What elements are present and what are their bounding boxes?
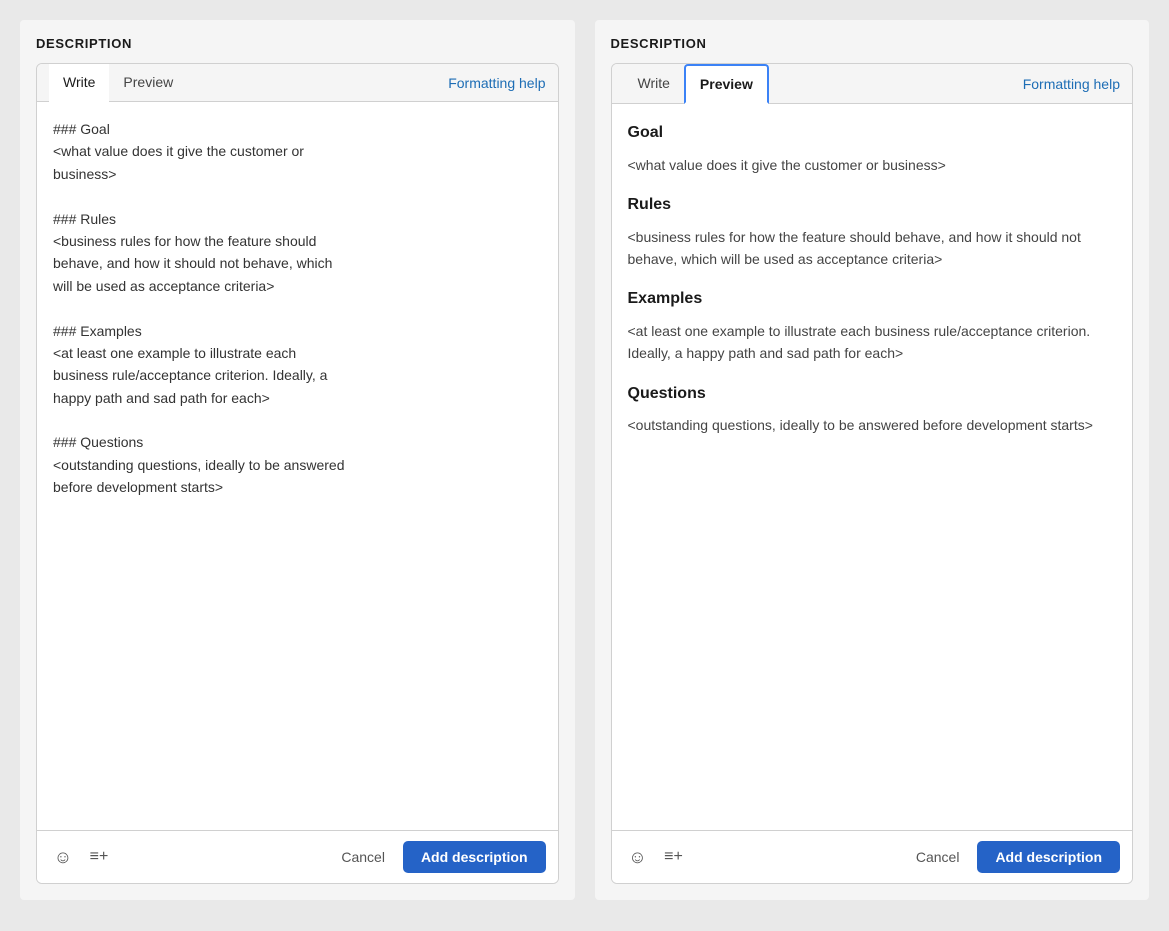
right-panel: DESCRIPTION Write Preview Formatting hel…: [595, 20, 1150, 900]
right-tab-write[interactable]: Write: [624, 65, 684, 103]
left-editor-box: Write Preview Formatting help ### Goal <…: [36, 63, 559, 884]
left-panel: DESCRIPTION Write Preview Formatting hel…: [20, 20, 575, 900]
left-editor-footer: ☺ ≡+ Cancel Add description: [37, 830, 558, 883]
preview-body: <what value does it give the customer or…: [628, 154, 1117, 176]
right-preview-content: Goal <what value does it give the custome…: [612, 104, 1133, 830]
right-add-button[interactable]: Add description: [977, 841, 1120, 873]
preview-heading: Questions: [628, 381, 1117, 407]
left-tab-preview[interactable]: Preview: [109, 64, 187, 102]
right-formatting-help-link[interactable]: Formatting help: [1023, 76, 1120, 92]
preview-body: <outstanding questions, ideally to be an…: [628, 414, 1117, 436]
preview-body: <business rules for how the feature shou…: [628, 226, 1117, 271]
preview-heading: Rules: [628, 192, 1117, 218]
right-section-label: DESCRIPTION: [611, 36, 1134, 51]
left-tabs-bar: Write Preview Formatting help: [37, 64, 558, 102]
preview-body: <at least one example to illustrate each…: [628, 320, 1117, 365]
left-template-icon[interactable]: ≡+: [85, 843, 113, 871]
left-cancel-button[interactable]: Cancel: [331, 843, 395, 871]
left-emoji-icon[interactable]: ☺: [49, 843, 77, 871]
preview-heading: Goal: [628, 120, 1117, 146]
left-formatting-help-link[interactable]: Formatting help: [448, 75, 545, 91]
left-tab-write[interactable]: Write: [49, 64, 109, 102]
right-editor-box: Write Preview Formatting help Goal <what …: [611, 63, 1134, 884]
left-section-label: DESCRIPTION: [36, 36, 559, 51]
right-tab-preview[interactable]: Preview: [684, 64, 769, 104]
right-template-icon[interactable]: ≡+: [660, 843, 688, 871]
right-tabs-bar: Write Preview Formatting help: [612, 64, 1133, 104]
preview-heading: Examples: [628, 286, 1117, 312]
left-editor-content[interactable]: ### Goal <what value does it give the cu…: [37, 102, 558, 830]
left-add-button[interactable]: Add description: [403, 841, 546, 873]
right-emoji-icon[interactable]: ☺: [624, 843, 652, 871]
right-editor-footer: ☺ ≡+ Cancel Add description: [612, 830, 1133, 883]
right-cancel-button[interactable]: Cancel: [906, 843, 970, 871]
